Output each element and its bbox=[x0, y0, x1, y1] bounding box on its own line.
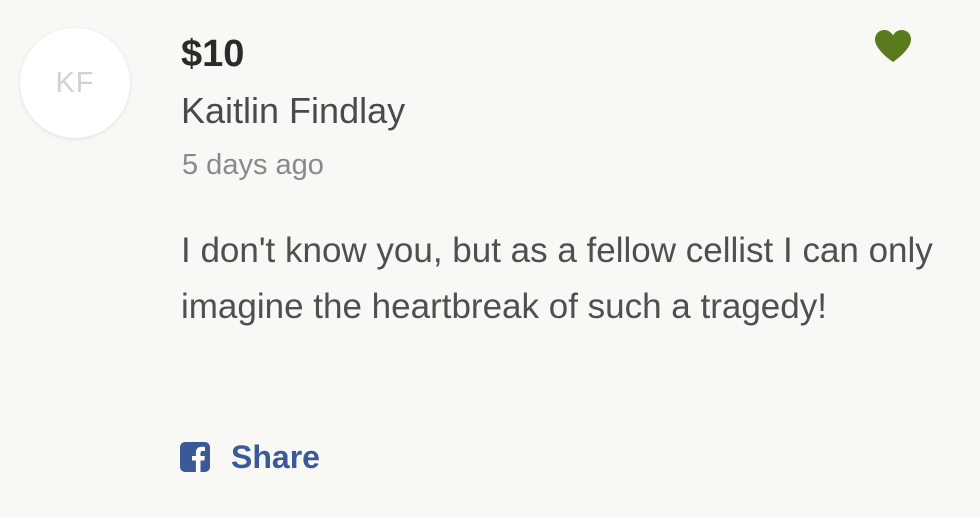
avatar-initials: KF bbox=[55, 66, 95, 99]
donation-amount: $10 bbox=[181, 33, 245, 75]
share-button[interactable]: Share bbox=[180, 437, 320, 477]
heart-icon[interactable] bbox=[872, 28, 914, 64]
donor-name: Kaitlin Findlay bbox=[181, 90, 406, 131]
avatar: KF bbox=[20, 28, 130, 138]
donation-card: KF $10 Kaitlin Findlay 5 days ago I don'… bbox=[0, 0, 980, 517]
donation-timestamp: 5 days ago bbox=[182, 149, 324, 181]
donation-message: I don't know you, but as a fellow cellis… bbox=[181, 231, 933, 326]
facebook-icon bbox=[180, 442, 210, 472]
share-label: Share bbox=[231, 439, 320, 475]
